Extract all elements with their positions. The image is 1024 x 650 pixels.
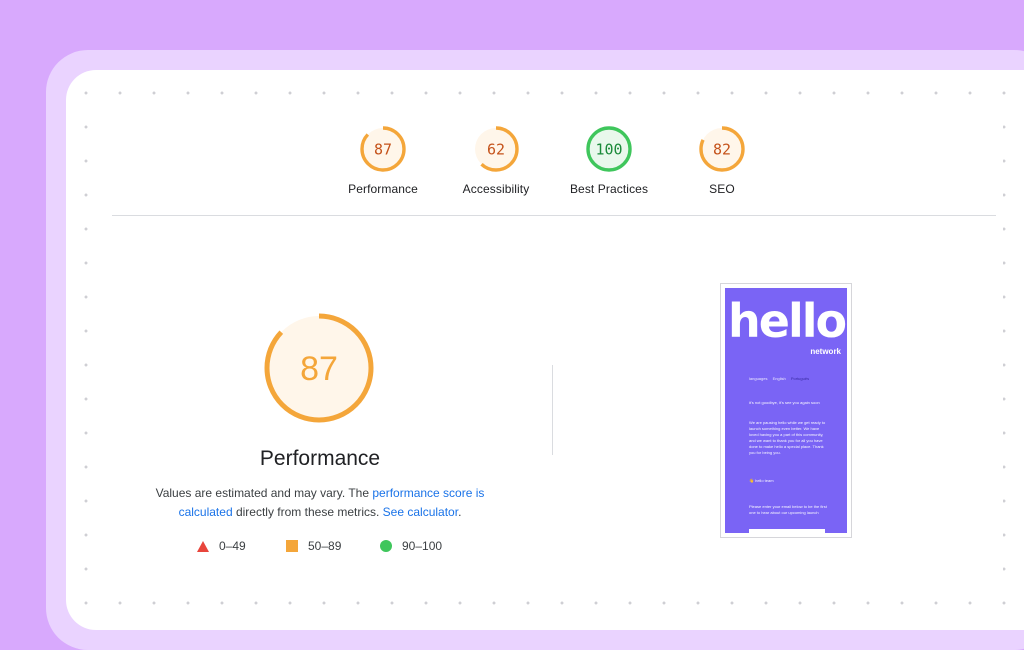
legend-pass: 90–100 (380, 539, 442, 553)
legend-average: 50–89 (286, 539, 341, 553)
description-text: Values are estimated and may vary. The (155, 486, 373, 500)
performance-score: 87 (300, 350, 338, 388)
page-screenshot[interactable]: hello network languages English Portuguê… (720, 283, 852, 538)
screenshot-image: hello network languages English Portuguê… (725, 288, 847, 533)
language-option: Português (790, 376, 810, 381)
square-icon (286, 540, 298, 552)
svg-text:100: 100 (595, 141, 622, 159)
divider (112, 215, 996, 216)
legend-fail: 0–49 (197, 539, 246, 553)
gauge-performance[interactable]: 87 Performance (328, 126, 438, 196)
section-title: Performance (259, 447, 381, 470)
circle-icon (380, 540, 392, 552)
hello-logo: hello (728, 294, 847, 348)
performance-gauge-large: 87 (264, 313, 374, 423)
vertical-divider (552, 365, 553, 455)
gauge-label: Accessibility (462, 182, 530, 196)
gauge-label: Best Practices (569, 182, 649, 196)
logo-subtitle: network (810, 347, 841, 356)
legend-range: 0–49 (219, 539, 246, 553)
gauge-accessibility[interactable]: 62 Accessibility (441, 126, 551, 196)
thumb-paragraph: it's not goodbye, it's see you again soo… (749, 400, 820, 405)
svg-text:82: 82 (713, 141, 731, 159)
gauge-label: Performance (348, 182, 418, 196)
thumb-paragraph: We are pausing hello while we get ready … (749, 420, 826, 455)
thumb-paragraph: Please enter your email below to be the … (749, 504, 827, 515)
svg-text:87: 87 (374, 141, 392, 159)
gauge-ring: 100 (586, 126, 632, 172)
gauge-ring: 62 (473, 126, 519, 172)
language-option: English (772, 376, 786, 381)
see-calculator-link[interactable]: See calculator (383, 505, 458, 519)
language-row: languages English Português (749, 376, 813, 381)
gauge-label: SEO (709, 182, 735, 196)
triangle-icon (197, 540, 209, 552)
description-text: . (458, 505, 462, 519)
gauge-ring: 87 (360, 126, 406, 172)
thumb-paragraph: 👋 hello team (749, 478, 774, 483)
legend-range: 50–89 (308, 539, 342, 553)
languages-label: languages (749, 376, 768, 381)
svg-text:62: 62 (487, 141, 505, 159)
description-text: directly from these metrics. (232, 505, 383, 519)
legend-range: 90–100 (402, 539, 443, 553)
score-description: Values are estimated and may vary. The p… (150, 484, 490, 522)
gauge-best-practices[interactable]: 100 Best Practices (554, 126, 664, 196)
email-input-preview (749, 529, 825, 533)
gauge-seo[interactable]: 82 SEO (667, 126, 777, 196)
gauge-ring: 82 (699, 126, 745, 172)
